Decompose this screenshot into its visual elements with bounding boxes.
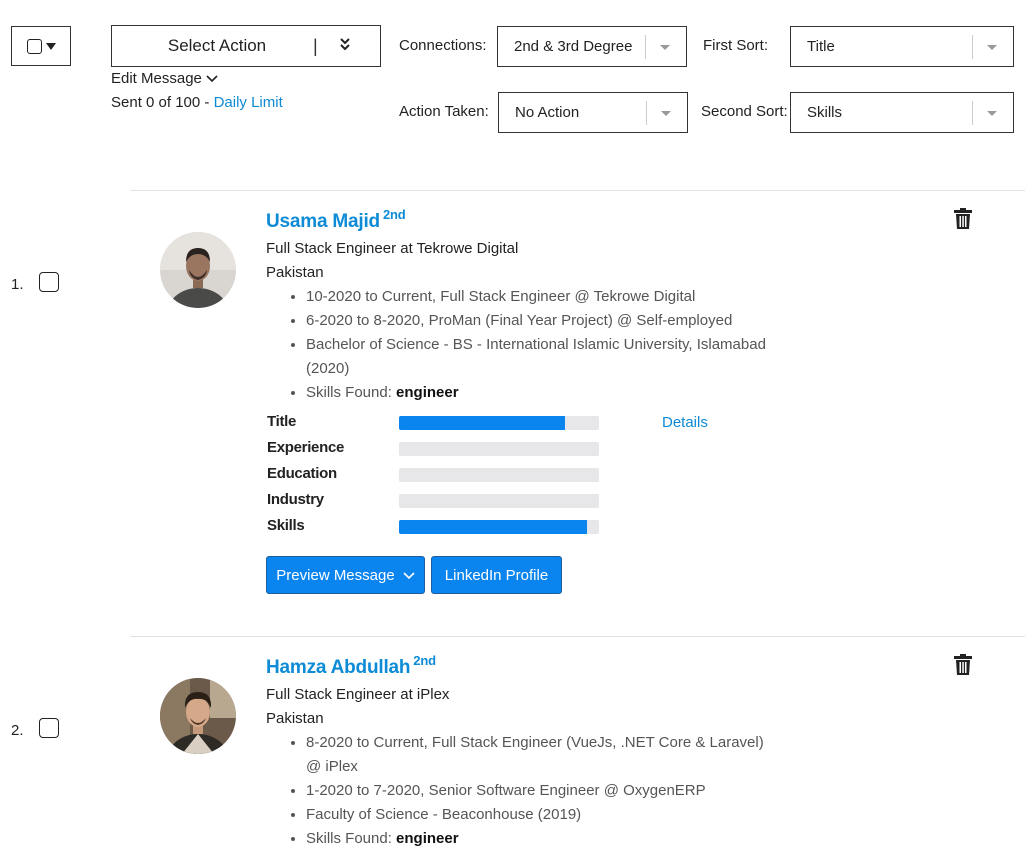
caret-down-icon [987, 111, 997, 116]
chevron-down-icon [403, 571, 415, 579]
score-bar [399, 442, 599, 456]
connections-select[interactable]: 2nd & 3rd Degree [497, 26, 687, 67]
row-number: 1. [11, 276, 24, 293]
preview-message-label: Preview Message [276, 566, 395, 584]
list-item: 8-2020 to Current, Full Stack Engineer (… [306, 731, 766, 779]
caret-down-icon [661, 111, 671, 116]
select-separator [972, 101, 973, 125]
score-label: Education [267, 465, 337, 482]
connections-value: 2nd & 3rd Degree [514, 38, 633, 55]
candidate-details-list: 8-2020 to Current, Full Stack Engineer (… [286, 731, 766, 851]
skills-value: engineer [396, 384, 459, 401]
preview-message-button[interactable]: Preview Message [266, 556, 425, 594]
trash-icon[interactable] [953, 208, 973, 230]
select-separator [646, 101, 647, 125]
connection-degree: 2nd [382, 207, 406, 222]
second-sort-value: Skills [807, 104, 843, 121]
list-item: 10-2020 to Current, Full Stack Engineer … [306, 285, 766, 309]
checkbox-icon [26, 38, 42, 54]
first-sort-select[interactable]: Title [790, 26, 1014, 67]
select-action-separator: | [313, 35, 318, 56]
row-number: 2. [11, 722, 24, 739]
score-label: Title [267, 413, 297, 430]
list-item: Skills Found: engineer [306, 381, 766, 405]
list-item: Bachelor of Science - BS - International… [306, 333, 766, 381]
list-item: 1-2020 to 7-2020, Senior Software Engine… [306, 779, 766, 803]
candidate-headline: Full Stack Engineer at Tekrowe Digital [266, 240, 519, 257]
action-taken-select[interactable]: No Action [498, 92, 688, 133]
card-divider [130, 636, 1025, 637]
row-checkbox[interactable] [39, 272, 59, 292]
details-link[interactable]: Details [662, 414, 708, 431]
double-chevron-down-icon [340, 38, 350, 51]
candidate-location: Pakistan [266, 710, 324, 727]
select-action-dropdown[interactable]: Select Action | [111, 25, 381, 67]
linkedin-profile-button[interactable]: LinkedIn Profile [431, 556, 562, 594]
score-bar [399, 468, 599, 482]
list-item: Skills Found: engineer [306, 827, 766, 851]
score-label: Experience [267, 439, 345, 456]
edit-message-label: Edit Message [111, 70, 202, 87]
skills-label: Skills Found: [306, 830, 392, 847]
candidate-headline: Full Stack Engineer at iPlex [266, 686, 450, 703]
action-taken-label: Action Taken: [399, 103, 489, 120]
second-sort-label: Second Sort: [701, 103, 788, 120]
score-bar [399, 416, 599, 430]
caret-down-icon [987, 45, 997, 50]
connections-label: Connections: [399, 37, 487, 54]
candidate-name-link[interactable]: Hamza Abdullah 2nd [266, 653, 436, 679]
sent-text: Sent 0 of 100 - [111, 94, 210, 111]
action-taken-value: No Action [515, 104, 580, 121]
first-sort-value: Title [807, 38, 835, 55]
edit-message-toggle[interactable]: Edit Message [111, 70, 218, 87]
skills-value: engineer [396, 830, 459, 847]
second-sort-select[interactable]: Skills [790, 92, 1014, 133]
list-item: 6-2020 to 8-2020, ProMan (Final Year Pro… [306, 309, 766, 333]
candidate-location: Pakistan [266, 264, 324, 281]
caret-down-icon [45, 42, 56, 50]
chevron-down-icon [206, 74, 218, 82]
connection-degree: 2nd [413, 653, 436, 668]
list-item: Faculty of Science - Beaconhouse (2019) [306, 803, 766, 827]
score-bar-fill [399, 520, 587, 534]
select-action-label: Select Action [167, 36, 267, 55]
score-bar-fill [399, 416, 565, 430]
score-bar [399, 520, 599, 534]
trash-icon[interactable] [953, 654, 973, 676]
select-separator [972, 35, 973, 59]
candidate-name: Usama Majid [266, 211, 380, 232]
row-checkbox[interactable] [39, 718, 59, 738]
score-bar [399, 494, 599, 508]
avatar [160, 232, 236, 308]
linkedin-profile-label: LinkedIn Profile [444, 566, 549, 584]
candidate-details-list: 10-2020 to Current, Full Stack Engineer … [286, 285, 766, 405]
caret-down-icon [660, 45, 670, 50]
candidate-name-link[interactable]: Usama Majid 2nd [266, 207, 406, 233]
score-label: Skills [267, 517, 305, 534]
avatar [160, 678, 236, 754]
daily-limit-link[interactable]: Daily Limit [214, 94, 283, 111]
first-sort-label: First Sort: [703, 37, 769, 54]
bulk-select-dropdown[interactable] [11, 26, 71, 66]
score-label: Industry [267, 491, 324, 508]
card-divider [130, 190, 1025, 191]
candidate-name: Hamza Abdullah [266, 657, 411, 678]
select-separator [645, 35, 646, 59]
sent-counter: Sent 0 of 100 - Daily Limit [111, 94, 283, 111]
skills-label: Skills Found: [306, 384, 392, 401]
